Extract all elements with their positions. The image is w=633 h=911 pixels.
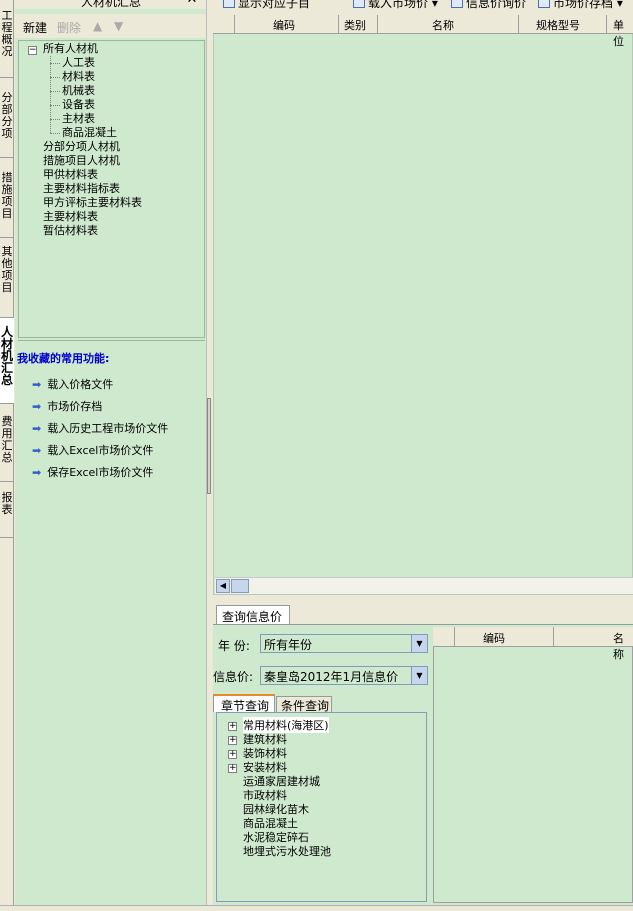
expand-icon[interactable]: +	[228, 736, 237, 745]
vtab-project-overview[interactable]: 工程概况	[0, 0, 14, 78]
chevron-down-icon[interactable]: ▼	[411, 667, 427, 684]
delete-button[interactable]: 删除	[57, 19, 81, 36]
arrow-up-icon[interactable]: ▲	[93, 19, 102, 33]
tree-item-machine[interactable]: 机械表	[62, 84, 95, 98]
tab-condition-query[interactable]: 条件查询	[276, 696, 332, 713]
info-price-query-button[interactable]: 信息价询价	[451, 0, 526, 11]
horizontal-scrollbar[interactable]	[215, 577, 633, 594]
favorites-title: 我收藏的常用功能:	[17, 352, 110, 365]
vtab-other-items[interactable]: 其他项目	[0, 238, 14, 318]
category-item[interactable]: 地埋式污水处理池	[243, 843, 331, 859]
result-col-name[interactable]: 名称	[613, 630, 633, 662]
tree-item-main-material[interactable]: 主材表	[62, 112, 95, 126]
market-price-archive-button[interactable]: 市场价存档 ▾	[538, 0, 623, 11]
vertical-tab-bar: 工程概况 分部分项 措施项目 其他项目 人材机汇总 费用汇总 报表	[0, 0, 14, 911]
result-grid[interactable]	[433, 627, 633, 903]
divider	[18, 340, 205, 344]
col-spec[interactable]: 规格型号	[536, 17, 580, 33]
tree-item-owner-supplied[interactable]: 甲供材料表	[43, 168, 98, 182]
arrow-right-icon: ➡	[32, 466, 42, 479]
summary-tree: − 所有人材机 人工表 材料表 机械表 设备表 主材表 商品混凝土 分部分项人材…	[18, 40, 205, 338]
column-separator	[338, 15, 339, 34]
tree-line	[50, 105, 60, 106]
arrow-down-icon[interactable]: ▼	[114, 19, 123, 33]
year-label: 年 份:	[218, 639, 250, 653]
tree-item-material-index[interactable]: 主要材料指标表	[43, 182, 120, 196]
column-separator	[234, 15, 235, 34]
arrow-right-icon: ➡	[32, 378, 42, 391]
arrow-right-icon: ➡	[32, 422, 42, 435]
expand-icon[interactable]: +	[228, 722, 237, 731]
tree-item-key-materials[interactable]: 主要材料表	[43, 210, 98, 224]
load-icon	[353, 0, 365, 8]
status-bar	[0, 905, 633, 911]
vtab-measures[interactable]: 措施项目	[0, 158, 14, 238]
tree-item-material[interactable]: 材料表	[62, 70, 95, 84]
column-separator	[377, 15, 378, 34]
fav-load-history-price[interactable]: ➡ 载入历史工程市场价文件	[32, 420, 168, 436]
vtab-labor-material-summary[interactable]: 人材机汇总	[0, 318, 14, 404]
vtab-cost-summary[interactable]: 费用汇总	[0, 404, 14, 482]
vtab-reports[interactable]: 报表	[0, 482, 14, 538]
fav-save-excel-price[interactable]: ➡ 保存Excel市场价文件	[32, 464, 153, 480]
close-icon[interactable]: ✕	[185, 0, 199, 8]
tree-item-all[interactable]: 所有人材机	[43, 42, 98, 56]
panel-title: 人材机汇总	[15, 0, 207, 9]
scroll-left-icon[interactable]: ◀	[216, 579, 230, 593]
tree-item-measures[interactable]: 措施项目人材机	[43, 154, 120, 168]
tab-query-info-price[interactable]: 查询信息价	[216, 605, 290, 624]
info-price-label: 信息价:	[213, 670, 254, 684]
col-unit[interactable]: 单位	[613, 17, 633, 49]
tab-chapter-query[interactable]: 章节查询	[213, 694, 275, 713]
result-col-code[interactable]: 编码	[483, 630, 505, 646]
col-code[interactable]: 编码	[273, 17, 295, 33]
archive-icon	[538, 0, 550, 8]
vtab-sub-items[interactable]: 分部分项	[0, 78, 14, 158]
show-subitems-button[interactable]: 显示对应子目	[223, 0, 310, 11]
result-grid-header: 编码 名称	[433, 627, 633, 661]
panel-toolbar: 新建 删除 ▲ ▼	[15, 14, 207, 38]
tree-line	[50, 133, 60, 134]
expand-icon[interactable]: +	[228, 764, 237, 773]
tree-line	[50, 63, 60, 64]
chevron-down-icon[interactable]: ▼	[411, 635, 427, 652]
arrow-right-icon: ➡	[32, 444, 42, 457]
tree-item-bid-materials[interactable]: 甲方评标主要材料表	[43, 196, 142, 210]
column-separator	[518, 15, 519, 34]
tree-line	[50, 56, 51, 133]
fav-load-price-file[interactable]: ➡ 载入价格文件	[32, 376, 113, 392]
tree-item-sub-items[interactable]: 分部分项人材机	[43, 140, 120, 154]
grid-icon	[223, 0, 235, 8]
main-toolbar: 显示对应子目 载入市场价 ▾ 信息价询价 市场价存档 ▾	[213, 0, 633, 11]
material-grid[interactable]	[213, 15, 633, 595]
fav-market-price-archive[interactable]: ➡ 市场价存档	[32, 398, 102, 414]
expand-icon[interactable]: +	[228, 750, 237, 759]
tree-item-labor[interactable]: 人工表	[62, 56, 95, 70]
scroll-thumb[interactable]	[231, 579, 249, 593]
column-separator	[606, 15, 607, 34]
info-price-select[interactable]: 秦皇岛2012年1月信息价 ▼	[260, 666, 428, 685]
column-separator	[553, 627, 554, 647]
arrow-right-icon: ➡	[32, 400, 42, 413]
new-button[interactable]: 新建	[23, 19, 47, 36]
col-category[interactable]: 类别	[344, 17, 366, 33]
grid-header: 编码 类别 名称 规格型号 单位	[213, 15, 633, 48]
column-separator	[454, 627, 455, 647]
year-select[interactable]: 所有年份 ▼	[260, 634, 428, 653]
tree-item-estimated[interactable]: 暂估材料表	[43, 224, 98, 238]
load-market-price-button[interactable]: 载入市场价 ▾	[353, 0, 438, 11]
category-tree: + 常用材料(海港区) + 建筑材料 + 装饰材料 + 安装材料 运通家居建材城…	[216, 712, 427, 902]
fav-load-excel-price[interactable]: ➡ 载入Excel市场价文件	[32, 442, 153, 458]
tree-item-equipment[interactable]: 设备表	[62, 98, 95, 112]
info-icon	[451, 0, 463, 8]
tree-line	[50, 77, 60, 78]
tree-item-concrete[interactable]: 商品混凝土	[62, 126, 117, 140]
splitter-grip[interactable]	[207, 398, 211, 494]
tree-line	[50, 119, 60, 120]
tree-line	[50, 91, 60, 92]
collapse-icon[interactable]: −	[28, 46, 37, 55]
col-name[interactable]: 名称	[432, 17, 454, 33]
